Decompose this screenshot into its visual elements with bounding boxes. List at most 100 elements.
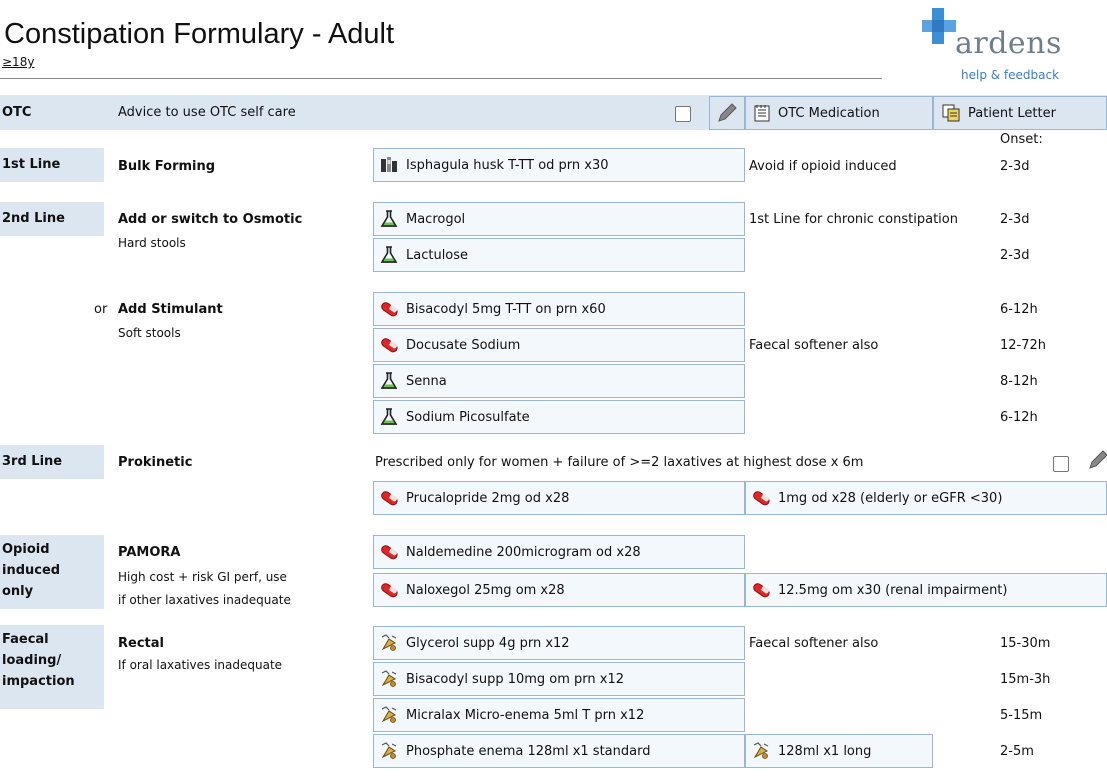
docusate-option[interactable]: Docusate Sodium [373,328,745,362]
capsule-icon [380,543,398,561]
glycerol-note: Faecal softener also [749,636,879,651]
macrogol-option[interactable]: Macrogol [373,202,745,236]
drug-name: Docusate Sodium [406,337,521,353]
phosphate-enema-option[interactable]: Phosphate enema 128ml x1 standard [373,734,745,768]
otc-medication-button[interactable]: OTC Medication [745,96,933,130]
docusate-note: Faecal softener also [749,338,879,353]
prucalopride-alt-option[interactable]: 1mg od x28 (elderly or eGFR <30) [745,481,1107,515]
otc-medication-label: OTC Medication [778,105,880,121]
suppository-icon [381,634,397,652]
drug-name: 128ml x1 long [778,743,872,759]
macrogol-note: 1st Line for chronic constipation [749,212,958,227]
pencil-icon [718,103,737,122]
patient-letter-button[interactable]: Patient Letter [933,96,1107,130]
drug-name: Bisacodyl supp 10mg om prn x12 [406,671,625,687]
naloxegol-option[interactable]: Naloxegol 25mg om x28 [373,573,745,607]
patient-letter-label: Patient Letter [968,105,1056,121]
drug-name: Macrogol [406,211,466,227]
header-divider [0,78,882,79]
drug-name: Lactulose [406,247,469,263]
page-title: Constipation Formulary - Adult [4,18,395,50]
letter-icon [942,104,960,122]
third-line-label: 3rd Line [0,445,104,479]
rectal-sub: If oral laxatives inadequate [118,658,283,672]
otc-advice: Advice to use OTC self care [118,105,296,120]
naldemedine-option[interactable]: Naldemedine 200microgram od x28 [373,535,745,569]
bulk-forming-heading: Bulk Forming [118,159,216,174]
senna-option[interactable]: Senna [373,364,745,398]
drug-name: 1mg od x28 (elderly or eGFR <30) [778,490,1003,506]
third-line-checkbox[interactable] [1053,456,1069,472]
first-line-label: 1st Line [0,148,104,182]
isphagula-option[interactable]: Isphagula husk T-TT od prn x30 [373,148,745,182]
faecal-label-line: impaction [2,674,75,689]
suppository-icon [381,670,397,688]
help-feedback-link[interactable]: help & feedback [961,68,1059,82]
bisacodyl-option[interactable]: Bisacodyl 5mg T-TT on prn x60 [373,292,745,326]
otc-pencil-button[interactable] [709,96,745,130]
stimulant-sub: Soft stools [118,326,181,340]
flask-icon [381,372,397,389]
third-line-pencil-button[interactable] [1087,450,1107,476]
faecal-label-line: Faecal [2,632,49,647]
onset-value: 6-12h [1000,410,1038,425]
drug-name: 12.5mg om x30 (renal impairment) [778,582,1008,598]
drug-name: Glycerol supp 4g prn x12 [406,635,570,651]
opioid-label: Opioid induced only [0,535,104,609]
ardens-logo-text: ardens [955,26,1062,61]
onset-value: 6-12h [1000,302,1038,317]
otc-label: OTC [2,105,32,120]
onset-value: 2-3d [1000,212,1030,227]
bisacodyl-supp-option[interactable]: Bisacodyl supp 10mg om prn x12 [373,662,745,696]
notepad-icon [754,105,770,122]
micralax-option[interactable]: Micralax Micro-enema 5ml T prn x12 [373,698,745,732]
drug-name: Senna [406,373,447,389]
drug-name: Micralax Micro-enema 5ml T prn x12 [406,707,645,723]
picosulfate-option[interactable]: Sodium Picosulfate [373,400,745,434]
suppository-icon [381,742,397,760]
third-line-note: Prescribed only for women + failure of >… [375,455,864,470]
onset-value: 15m-3h [1000,672,1051,687]
first-line-note: Avoid if opioid induced [749,159,897,174]
drug-name: Naldemedine 200microgram od x28 [406,544,641,560]
onset-header: Onset: [1000,132,1043,147]
pencil-icon [1089,450,1107,469]
drug-name: Prucalopride 2mg od x28 [406,490,570,506]
pamora-sub-1: High cost + risk GI perf, use [118,570,287,584]
flask-icon [381,408,397,425]
flask-icon [381,210,397,227]
capsule-icon [752,489,770,507]
capsule-icon [380,581,398,599]
phosphate-enema-long-option[interactable]: 128ml x1 long [745,734,933,768]
osmotic-heading: Add or switch to Osmotic [118,212,303,227]
faecal-label: Faecal loading/ impaction [0,625,104,709]
prokinetic-heading: Prokinetic [118,455,193,470]
drug-name: Naloxegol 25mg om x28 [406,582,565,598]
naloxegol-alt-option[interactable]: 12.5mg om x30 (renal impairment) [745,573,1107,607]
age-restriction: ≥18y [2,55,35,69]
flask-icon [381,246,397,263]
lactulose-option[interactable]: Lactulose [373,238,745,272]
or-prefix: or [94,302,108,317]
suppository-icon [753,742,769,760]
prucalopride-option[interactable]: Prucalopride 2mg od x28 [373,481,745,515]
capsule-icon [380,300,398,318]
onset-value: 2-3d [1000,159,1030,174]
onset-value: 8-12h [1000,374,1038,389]
glycerol-option[interactable]: Glycerol supp 4g prn x12 [373,626,745,660]
onset-value: 5-15m [1000,708,1043,723]
pamora-heading: PAMORA [118,545,181,560]
onset-value: 15-30m [1000,636,1051,651]
drug-name: Isphagula husk T-TT od prn x30 [406,157,609,173]
otc-checkbox[interactable] [675,106,691,122]
suppository-icon [381,706,397,724]
faecal-label-line: loading/ [2,653,62,668]
onset-value: 2-5m [1000,744,1034,759]
rectal-heading: Rectal [118,636,164,651]
capsule-icon [752,581,770,599]
onset-value: 12-72h [1000,338,1047,353]
onset-value: 2-3d [1000,248,1030,263]
sachet-icon [381,157,397,172]
capsule-icon [380,336,398,354]
stimulant-heading: Add Stimulant [118,302,223,317]
